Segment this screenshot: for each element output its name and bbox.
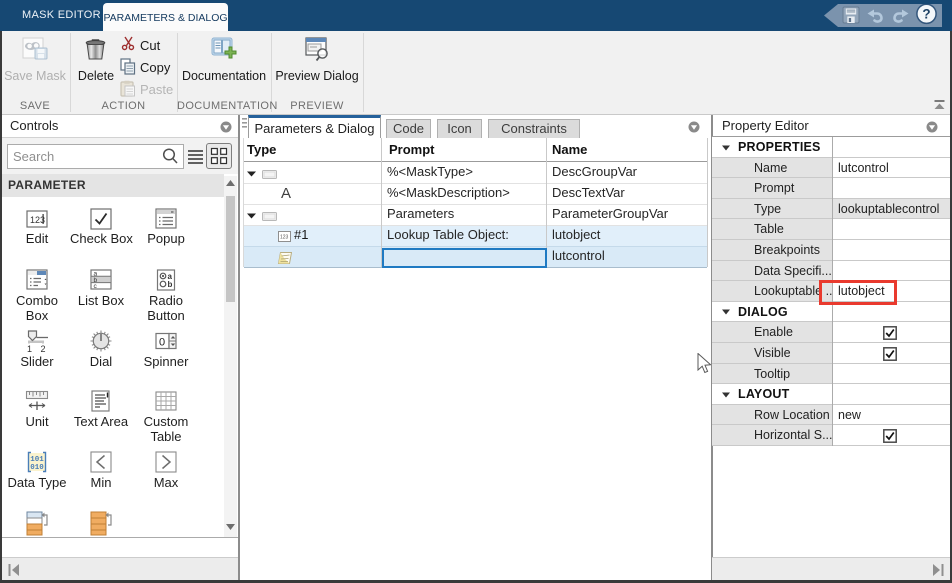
- svg-text:1: 1: [27, 344, 32, 353]
- svg-text:123: 123: [280, 235, 289, 241]
- svg-text:2: 2: [41, 344, 46, 353]
- svg-text:?: ?: [922, 7, 930, 22]
- svg-text:101: 101: [30, 456, 44, 464]
- svg-text:010: 010: [30, 464, 44, 472]
- svg-text:b: b: [168, 280, 173, 289]
- svg-text:0: 0: [159, 337, 165, 349]
